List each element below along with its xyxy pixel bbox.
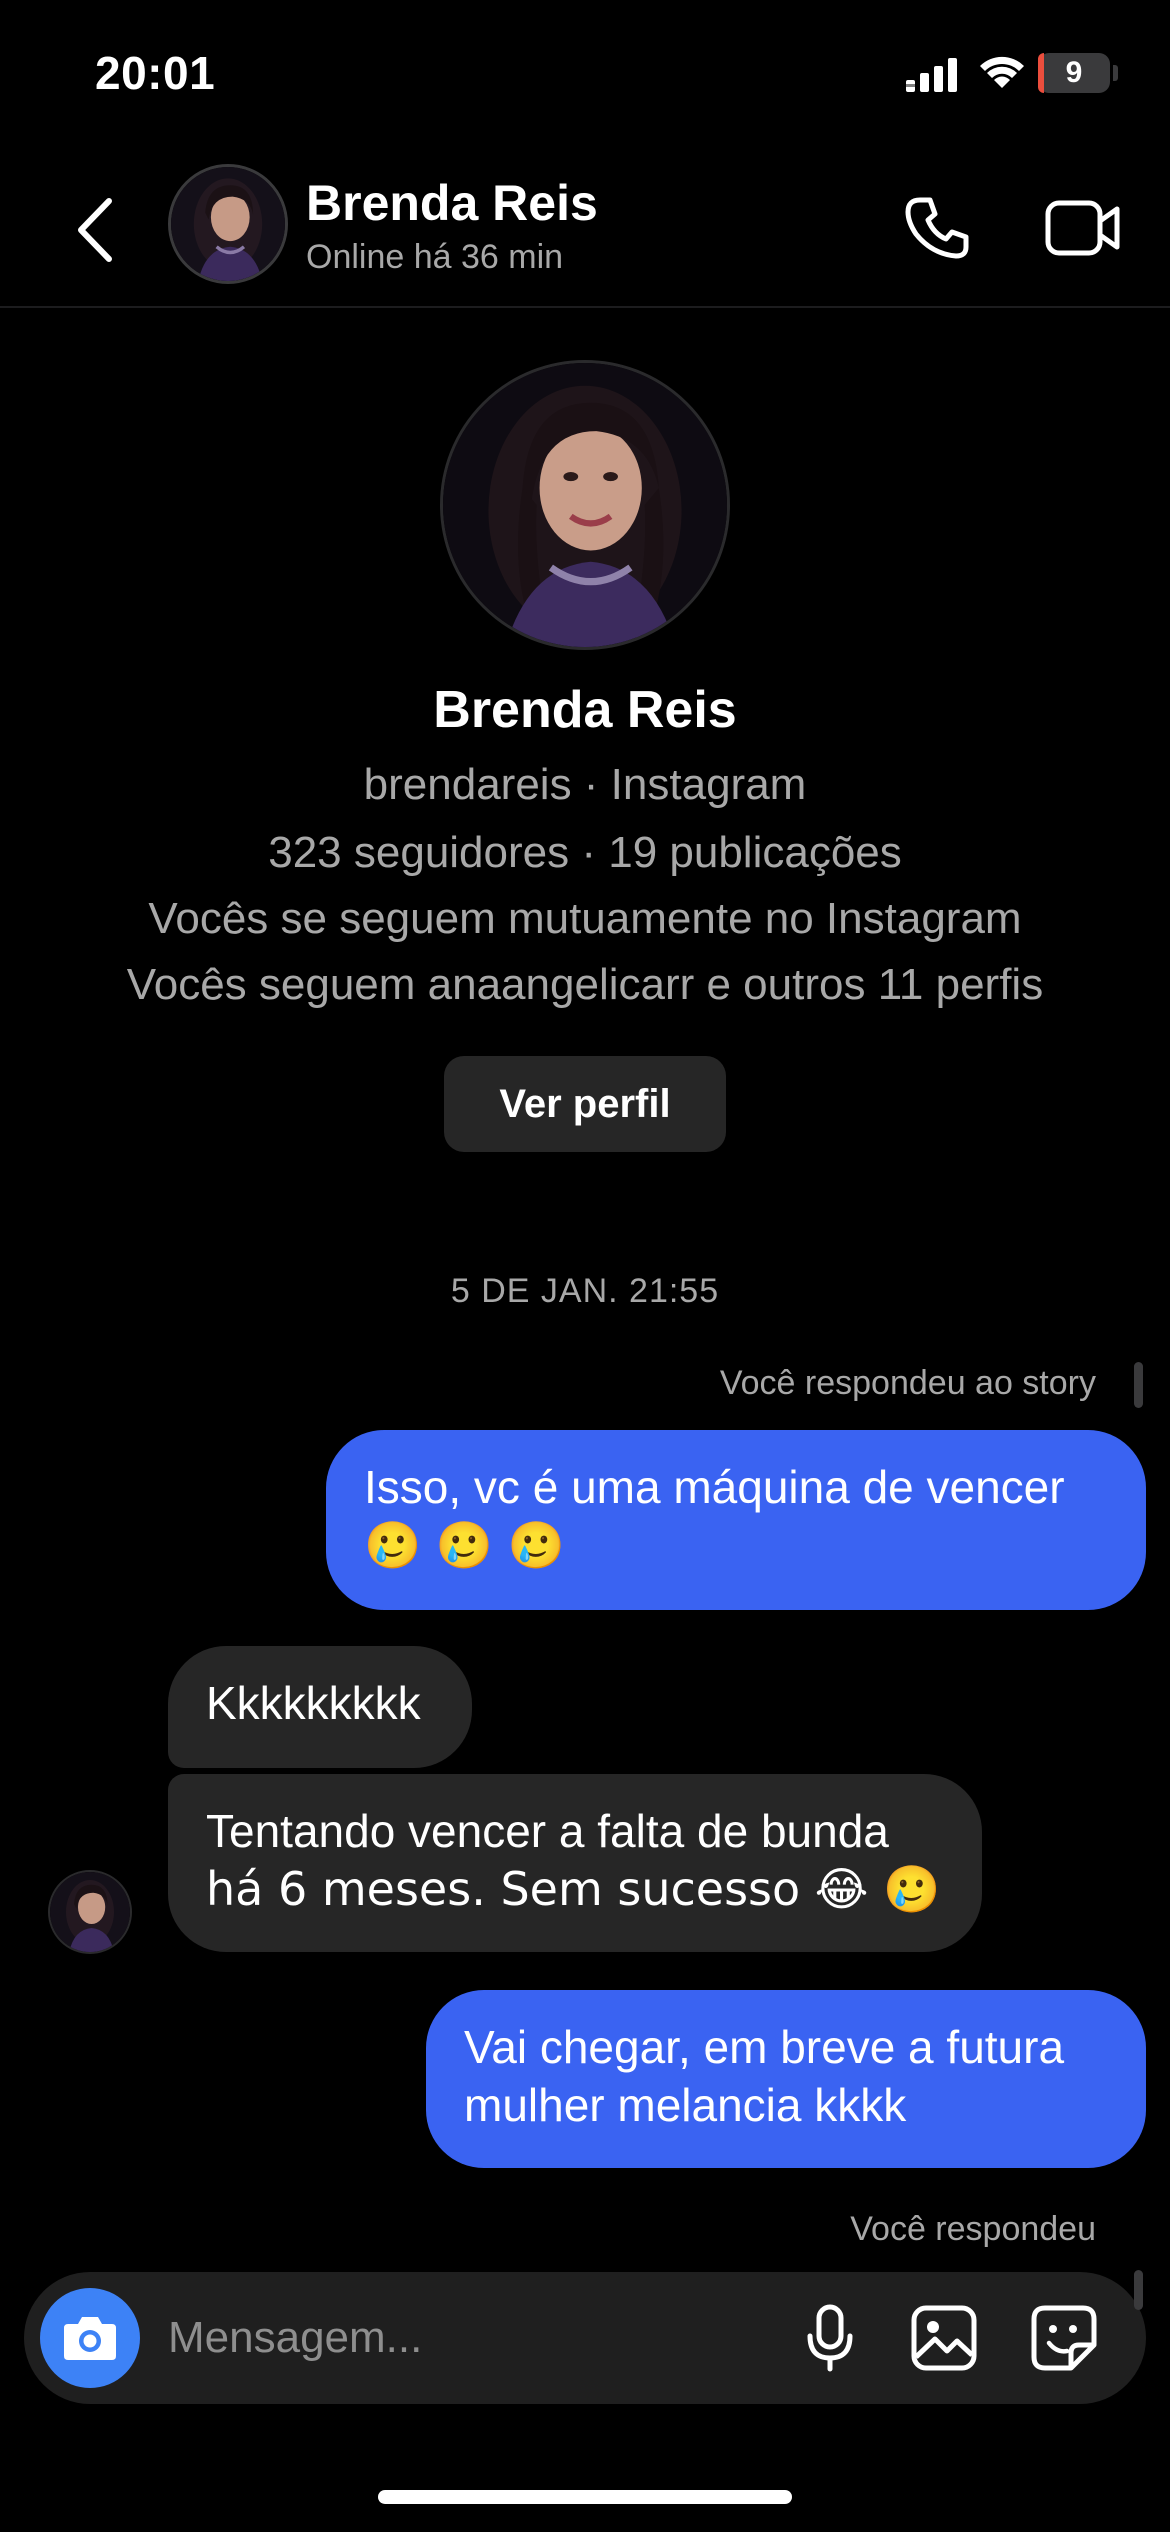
video-camera-icon [1045, 200, 1120, 256]
profile-avatar[interactable] [440, 360, 730, 650]
microphone-icon [807, 2304, 853, 2372]
profile-stats: 323 seguidores · 19 publicações [268, 828, 902, 877]
incoming-message[interactable]: Tentando vencer a falta de bunda há 6 me… [168, 1774, 982, 1952]
avatar [171, 167, 285, 281]
sticker-button[interactable] [1024, 2298, 1104, 2378]
incoming-message[interactable]: Kkkkkkkkk [168, 1646, 472, 1768]
profile-photo [443, 363, 727, 647]
video-call-button[interactable] [1038, 188, 1128, 268]
profile-common-follows: Vocês seguem anaangelicarr e outros 11 p… [126, 960, 1044, 1009]
outgoing-message[interactable]: Vai chegar, em breve a futura mulher mel… [426, 1990, 1146, 2168]
status-bar: 20:01 9 [0, 0, 1170, 150]
avatar [50, 1872, 130, 1952]
outgoing-message[interactable]: Isso, vc é uma máquina de vencer 🥲 🥲 🥲 [326, 1430, 1146, 1610]
battery-tip [1113, 65, 1118, 81]
story-reply-bar [1134, 1362, 1143, 1408]
message-text: Tentando vencer a falta de bunda [206, 1805, 889, 1857]
gallery-icon [911, 2305, 977, 2371]
camera-icon [64, 2317, 116, 2360]
message-text: mulher melancia kkkk [464, 2079, 907, 2131]
wifi-icon [980, 56, 1024, 88]
camera-button[interactable] [40, 2288, 140, 2388]
message-text: Vai chegar, em breve a futura [464, 2021, 1065, 2073]
message-composer [24, 2272, 1146, 2404]
contact-name[interactable]: Brenda Reis [306, 174, 598, 232]
gallery-button[interactable] [904, 2298, 984, 2378]
message-input[interactable] [168, 2298, 768, 2378]
sender-avatar[interactable] [48, 1870, 132, 1954]
conversation-timestamp: 5 DE JAN. 21:55 [450, 1272, 720, 1310]
chevron-left-icon [78, 198, 112, 262]
chat-screen: 20:01 9 Brenda Reis Online há 36 min Bre… [0, 0, 1170, 2532]
voice-call-button[interactable] [898, 188, 978, 268]
cellular-signal-icon [906, 58, 957, 92]
scroll-indicator [1134, 2270, 1143, 2310]
header-avatar[interactable] [168, 164, 288, 284]
view-profile-button[interactable]: Ver perfil [444, 1056, 726, 1152]
contact-status: Online há 36 min [306, 238, 564, 276]
status-time: 20:01 [95, 47, 216, 99]
message-text: há 6 meses. Sem sucesso 😂 🥲 [206, 1862, 941, 1916]
message-text: Kkkkkkkkk [206, 1677, 421, 1729]
back-button[interactable] [60, 190, 130, 270]
profile-name: Brenda Reis [433, 681, 737, 739]
reply-label: Você respondeu [850, 2210, 1096, 2248]
profile-mutual-follow: Vocês se seguem mutuamente no Instagram [148, 894, 1022, 943]
message-text: Isso, vc é uma máquina de vencer [364, 1461, 1065, 1513]
voice-message-button[interactable] [790, 2298, 870, 2378]
story-reply-label: Você respondeu ao story [719, 1364, 1096, 1402]
phone-icon [905, 197, 969, 259]
sticker-icon [1031, 2305, 1097, 2371]
profile-handle: brendareis · Instagram [363, 760, 807, 809]
chat-header: Brenda Reis Online há 36 min [0, 150, 1170, 308]
battery-level: 9 [1065, 56, 1083, 89]
home-indicator[interactable] [378, 2490, 792, 2504]
message-emoji: 🥲 🥲 🥲 [364, 1518, 566, 1572]
battery-icon: 9 [1038, 53, 1110, 93]
